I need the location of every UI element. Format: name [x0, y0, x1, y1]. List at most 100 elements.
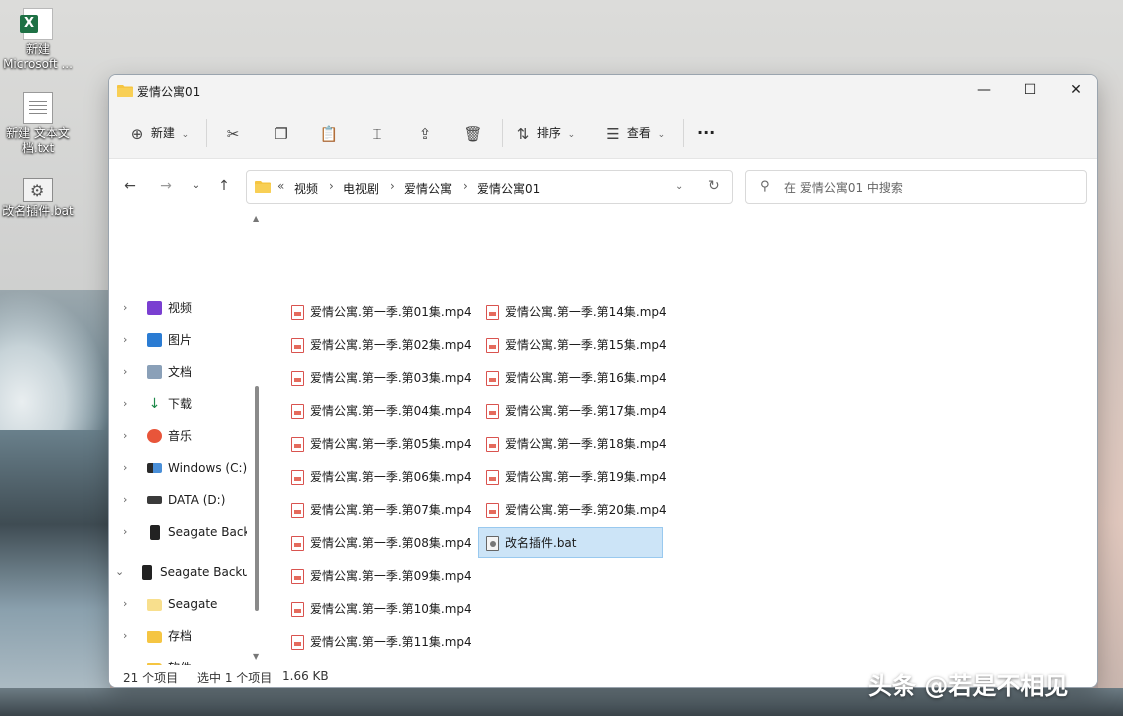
search-box[interactable]: ⚲ — [745, 170, 1087, 204]
scroll-down-arrow-icon[interactable]: ▼ — [253, 652, 259, 661]
nav-item-videos[interactable]: › 视频 — [111, 294, 247, 322]
chevron-right-icon[interactable]: › — [123, 294, 127, 322]
chevron-down-icon[interactable]: ⌄ — [115, 558, 124, 586]
file-name: 爱情公寓.第一季.第04集.mp4 — [310, 404, 472, 418]
recent-locations-button[interactable]: ⌄ — [185, 177, 207, 195]
video-file-icon — [291, 602, 304, 617]
scroll-up-arrow-icon[interactable]: ▲ — [253, 214, 259, 223]
maximize-button[interactable]: ☐ — [1007, 75, 1053, 105]
breadcrumb-item[interactable]: 电视剧 — [343, 180, 379, 197]
nav-item-music[interactable]: › 音乐 — [111, 422, 247, 450]
file-name: 爱情公寓.第一季.第19集.mp4 — [505, 470, 667, 484]
file-item[interactable]: 爱情公寓.第一季.第09集.mp4 — [283, 560, 472, 591]
view-button[interactable]: ☰ 查看 ⌄ — [603, 121, 665, 145]
chevron-right-icon[interactable]: › — [463, 179, 468, 193]
video-file-icon — [486, 437, 499, 452]
more-options-button[interactable]: ··· — [697, 121, 715, 145]
nav-item-documents[interactable]: › 文档 — [111, 358, 247, 386]
file-name: 爱情公寓.第一季.第05集.mp4 — [310, 437, 472, 451]
search-input[interactable] — [784, 179, 1074, 197]
nav-item-data-d[interactable]: › DATA (D:) — [111, 486, 247, 514]
close-button[interactable]: ✕ — [1053, 75, 1097, 105]
paste-button[interactable]: 📋 — [319, 121, 339, 145]
video-file-icon — [486, 404, 499, 419]
chevron-right-icon[interactable]: › — [123, 518, 127, 546]
minimize-button[interactable]: — — [961, 75, 1007, 105]
chevron-right-icon[interactable]: › — [123, 358, 127, 386]
file-item[interactable]: 爱情公寓.第一季.第10集.mp4 — [283, 593, 472, 624]
nav-item-label: Seagate Backup — [160, 565, 247, 579]
address-bar[interactable]: « 视频 › 电视剧 › 爱情公寓 › 爱情公寓01 ⌄ ↻ — [246, 170, 733, 204]
back-button[interactable]: ← — [119, 177, 141, 195]
nav-item-archive[interactable]: › 存档 — [111, 622, 247, 650]
nav-item-downloads[interactable]: › ↓ 下载 — [111, 390, 247, 418]
chevron-right-icon[interactable]: › — [123, 422, 127, 450]
file-item[interactable]: 爱情公寓.第一季.第02集.mp4 — [283, 329, 472, 360]
new-button[interactable]: ⊕ 新建 ⌄ — [127, 121, 190, 145]
excel-icon — [20, 8, 53, 40]
video-file-icon — [291, 371, 304, 386]
refresh-icon[interactable]: ↻ — [708, 178, 720, 194]
file-item[interactable]: 爱情公寓.第一季.第04集.mp4 — [283, 395, 472, 426]
delete-button[interactable]: 🗑 — [463, 121, 483, 145]
rename-button[interactable]: ⌶ — [367, 121, 387, 145]
nav-item-seagate-backup[interactable]: › Seagate Backup — [111, 518, 247, 546]
chevron-right-icon[interactable]: › — [123, 326, 127, 354]
nav-item-label: Seagate — [168, 597, 218, 611]
file-item[interactable]: 爱情公寓.第一季.第06集.mp4 — [283, 461, 472, 492]
file-item[interactable]: 改名插件.bat — [478, 527, 663, 558]
file-item[interactable]: 爱情公寓.第一季.第15集.mp4 — [478, 329, 667, 360]
forward-button[interactable]: → — [155, 177, 177, 195]
nav-item-windows-c[interactable]: › Windows (C:) — [111, 454, 247, 482]
copy-button[interactable]: ❐ — [271, 121, 291, 145]
sort-button[interactable]: ⇅ 排序 ⌄ — [513, 121, 576, 145]
nav-item-seagate[interactable]: › Seagate — [111, 590, 247, 618]
file-item[interactable]: 爱情公寓.第一季.第18集.mp4 — [478, 428, 667, 459]
nav-item-label: 视频 — [168, 301, 193, 315]
file-item[interactable]: 爱情公寓.第一季.第11集.mp4 — [283, 626, 472, 657]
toolbar-divider — [206, 119, 207, 147]
video-file-icon — [291, 470, 304, 485]
file-item[interactable]: 爱情公寓.第一季.第20集.mp4 — [478, 494, 667, 525]
file-item[interactable]: 爱情公寓.第一季.第07集.mp4 — [283, 494, 472, 525]
chevron-right-icon[interactable]: › — [123, 390, 127, 418]
address-history-chevron-icon[interactable]: ⌄ — [675, 181, 683, 192]
file-name: 爱情公寓.第一季.第18集.mp4 — [505, 437, 667, 451]
breadcrumb-item[interactable]: 爱情公寓01 — [477, 180, 540, 197]
desktop-icon-text-file[interactable]: 新建 文本文 档.txt — [0, 92, 76, 156]
chevron-right-icon[interactable]: › — [123, 486, 127, 514]
desktop-icon-excel[interactable]: 新建 Microsoft ... — [0, 8, 76, 72]
file-item[interactable]: 爱情公寓.第一季.第08集.mp4 — [283, 527, 472, 558]
video-file-icon — [291, 305, 304, 320]
desktop-icon-label: 新建 Microsoft ... — [3, 42, 73, 71]
chevron-right-icon[interactable]: › — [329, 179, 334, 193]
chevron-right-icon[interactable]: › — [123, 590, 127, 618]
file-item[interactable]: 爱情公寓.第一季.第03集.mp4 — [283, 362, 472, 393]
chevron-right-icon[interactable]: › — [390, 179, 395, 193]
up-button[interactable]: ↑ — [213, 177, 235, 195]
file-item[interactable]: 爱情公寓.第一季.第01集.mp4 — [283, 296, 472, 327]
chevron-right-icon[interactable]: › — [123, 454, 127, 482]
folder-icon — [255, 181, 271, 193]
file-item[interactable]: 爱情公寓.第一季.第16集.mp4 — [478, 362, 667, 393]
file-item[interactable]: 爱情公寓.第一季.第05集.mp4 — [283, 428, 472, 459]
nav-item-seagate-backup-expanded[interactable]: ⌄ Seagate Backup — [109, 558, 247, 586]
share-button[interactable]: ⇪ — [415, 121, 435, 145]
file-name: 爱情公寓.第一季.第10集.mp4 — [310, 602, 472, 616]
title-bar[interactable]: 爱情公寓01 — ☐ ✕ — [109, 75, 1097, 107]
sort-icon: ⇅ — [516, 124, 530, 143]
breadcrumb-item[interactable]: 视频 — [294, 180, 318, 197]
nav-item-pictures[interactable]: › 图片 — [111, 326, 247, 354]
chevron-right-icon[interactable]: › — [123, 622, 127, 650]
breadcrumb-item[interactable]: 爱情公寓 — [404, 180, 452, 197]
file-item[interactable]: 爱情公寓.第一季.第19集.mp4 — [478, 461, 667, 492]
overflow-crumbs-button[interactable]: « — [277, 179, 284, 193]
nav-scrollbar-thumb[interactable] — [255, 386, 259, 611]
cut-button[interactable]: ✂ — [223, 121, 243, 145]
folder-icon — [147, 599, 162, 611]
file-item[interactable]: 爱情公寓.第一季.第14集.mp4 — [478, 296, 667, 327]
video-file-icon — [291, 503, 304, 518]
file-name: 爱情公寓.第一季.第07集.mp4 — [310, 503, 472, 517]
desktop-icon-batch-file[interactable]: 改名插件.bat — [0, 178, 76, 219]
file-item[interactable]: 爱情公寓.第一季.第17集.mp4 — [478, 395, 667, 426]
